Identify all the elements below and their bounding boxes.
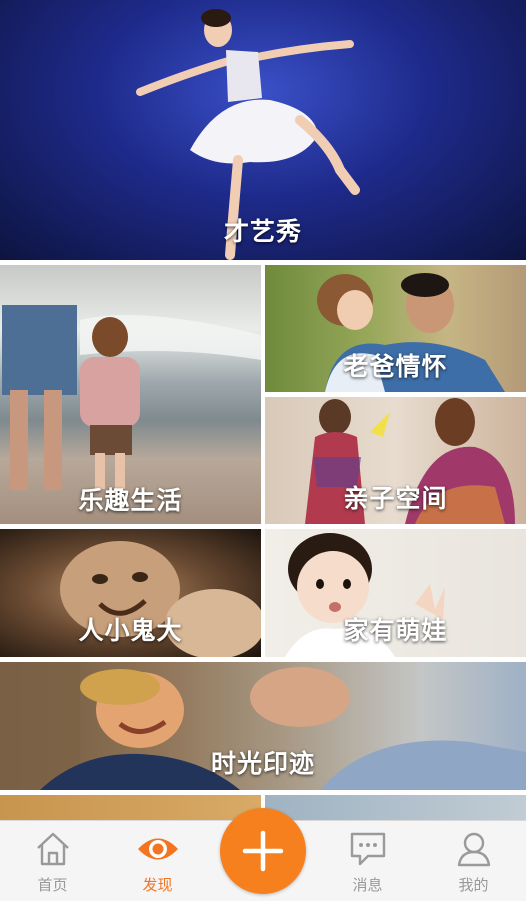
tile-time-traces[interactable]: 时光印迹 [0, 662, 526, 790]
tile-cute-baby-at-home-label: 家有萌娃 [343, 616, 448, 645]
tab-messages-label: 消息 [352, 876, 383, 894]
tab-messages[interactable]: 消息 [315, 821, 420, 901]
tile-dad-love-label: 老爸情怀 [343, 352, 448, 381]
add-post-button[interactable] [220, 808, 306, 894]
tab-mine-label: 我的 [458, 876, 489, 894]
user-icon [457, 832, 490, 867]
tile-parent-child-space-label: 亲子空间 [343, 484, 448, 513]
tab-discover-label: 发现 [142, 876, 173, 894]
tile-talent-show-label: 才艺秀 [223, 217, 302, 246]
tile-dad-love[interactable]: 老爸情怀 [265, 265, 526, 392]
home-icon [36, 832, 69, 866]
tile-fun-life-label: 乐趣生活 [78, 486, 183, 515]
tile-little-rascal[interactable]: 人小鬼大 [0, 529, 261, 657]
tab-discover[interactable]: 发现 [105, 821, 210, 901]
eye-icon [137, 838, 178, 860]
tab-home[interactable]: 首页 [0, 821, 105, 901]
tile-talent-show[interactable]: 才艺秀 [0, 0, 526, 260]
tile-little-rascal-label: 人小鬼大 [78, 616, 183, 645]
plus-icon [242, 830, 284, 872]
tab-home-label: 首页 [37, 876, 68, 894]
tab-mine[interactable]: 我的 [421, 821, 526, 901]
tile-cute-baby-at-home[interactable]: 家有萌娃 [265, 529, 526, 657]
tile-fun-life[interactable]: 乐趣生活 [0, 265, 261, 524]
tile-time-traces-label: 时光印迹 [210, 749, 315, 778]
tile-parent-child-space[interactable]: 亲子空间 [265, 397, 526, 524]
chat-bubble-icon [350, 832, 385, 866]
